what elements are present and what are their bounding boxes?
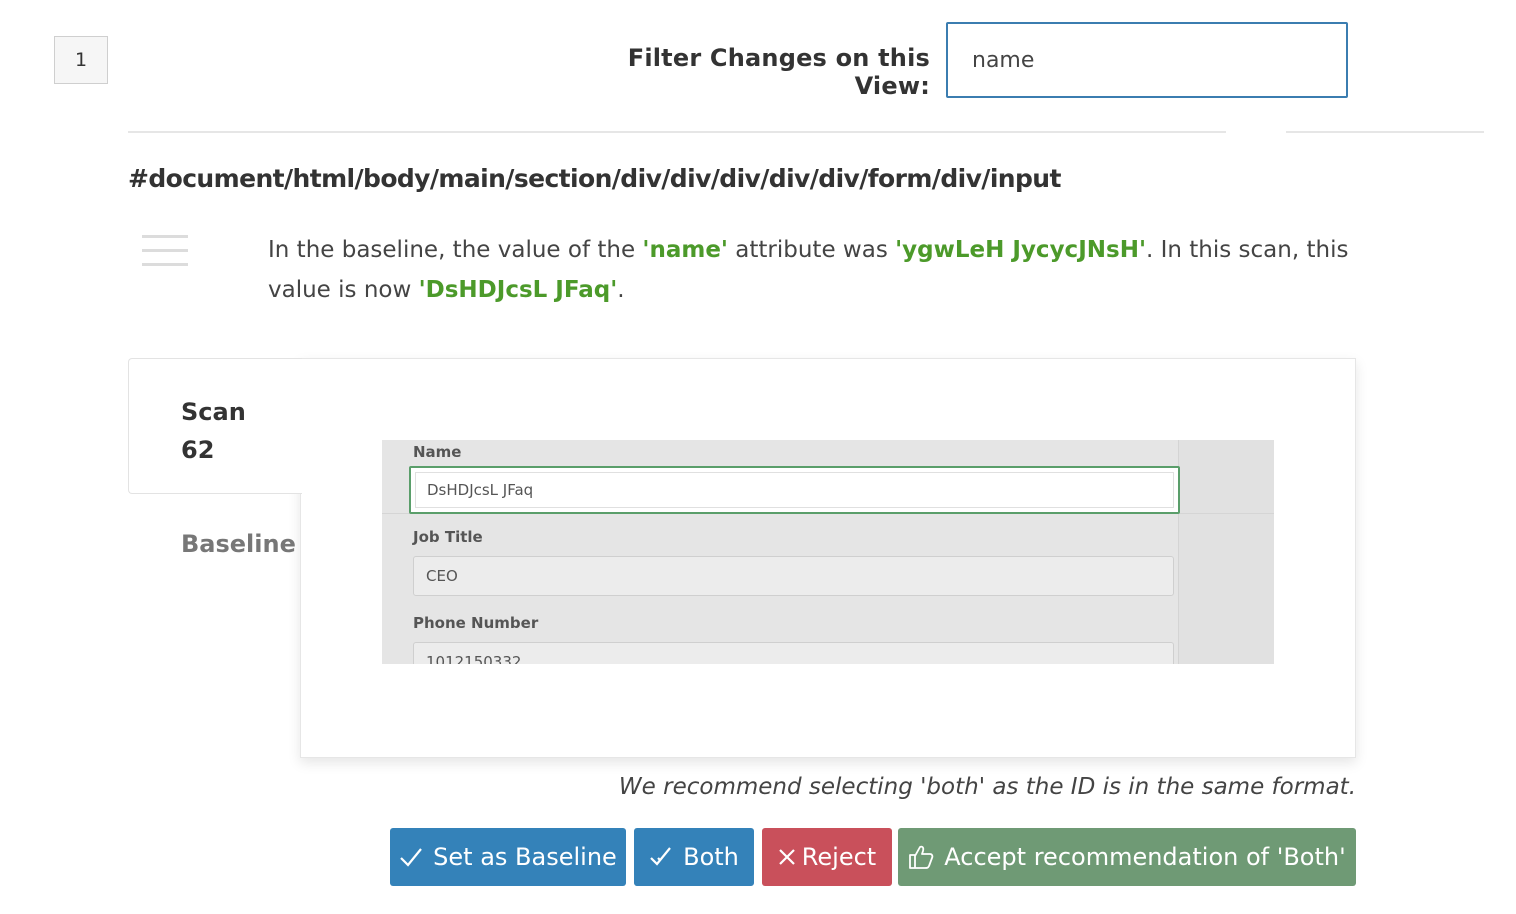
close-icon xyxy=(778,848,796,866)
divider xyxy=(128,131,1226,133)
tab-scan-label: Scan xyxy=(181,398,246,426)
phone-label: Phone Number xyxy=(413,614,539,632)
divider xyxy=(1286,131,1484,133)
tab-scan-number: 62 xyxy=(181,436,215,464)
element-path: #document/html/body/main/section/div/div… xyxy=(128,164,1061,193)
both-button[interactable]: Both xyxy=(634,828,754,886)
job-title-field: CEO xyxy=(413,556,1174,596)
name-field: DsHDJcsL JFaq xyxy=(409,466,1180,514)
job-title-label: Job Title xyxy=(413,528,483,546)
set-as-baseline-button[interactable]: Set as Baseline xyxy=(390,828,626,886)
element-screenshot: Name DsHDJcsL JFaq Job Title CEO Phone N… xyxy=(382,440,1274,664)
tab-baseline[interactable]: Baseline xyxy=(181,530,296,558)
tab-scan[interactable]: Scan 62 xyxy=(128,358,302,494)
recommendation-text: We recommend selecting 'both' as the ID … xyxy=(618,774,1356,800)
filter-label: Filter Changes on this View: xyxy=(627,44,930,100)
check-icon xyxy=(399,847,423,867)
name-label: Name xyxy=(413,443,462,461)
old-value: 'ygwLeH JycycJNsH' xyxy=(895,237,1146,263)
double-check-icon xyxy=(649,846,673,868)
phone-field: 1012150332 xyxy=(413,642,1174,664)
thumbs-up-icon xyxy=(908,844,934,870)
reject-button[interactable]: Reject xyxy=(762,828,892,886)
page-number-button[interactable]: 1 xyxy=(54,36,108,84)
filter-input[interactable] xyxy=(946,22,1348,98)
new-value: 'DsHDJcsL JFaq' xyxy=(418,277,618,303)
menu-lines-icon xyxy=(142,235,188,279)
change-description: In the baseline, the value of the 'name'… xyxy=(268,237,1349,303)
attribute-name: 'name' xyxy=(642,237,728,263)
accept-recommendation-button[interactable]: Accept recommendation of 'Both' xyxy=(898,828,1356,886)
